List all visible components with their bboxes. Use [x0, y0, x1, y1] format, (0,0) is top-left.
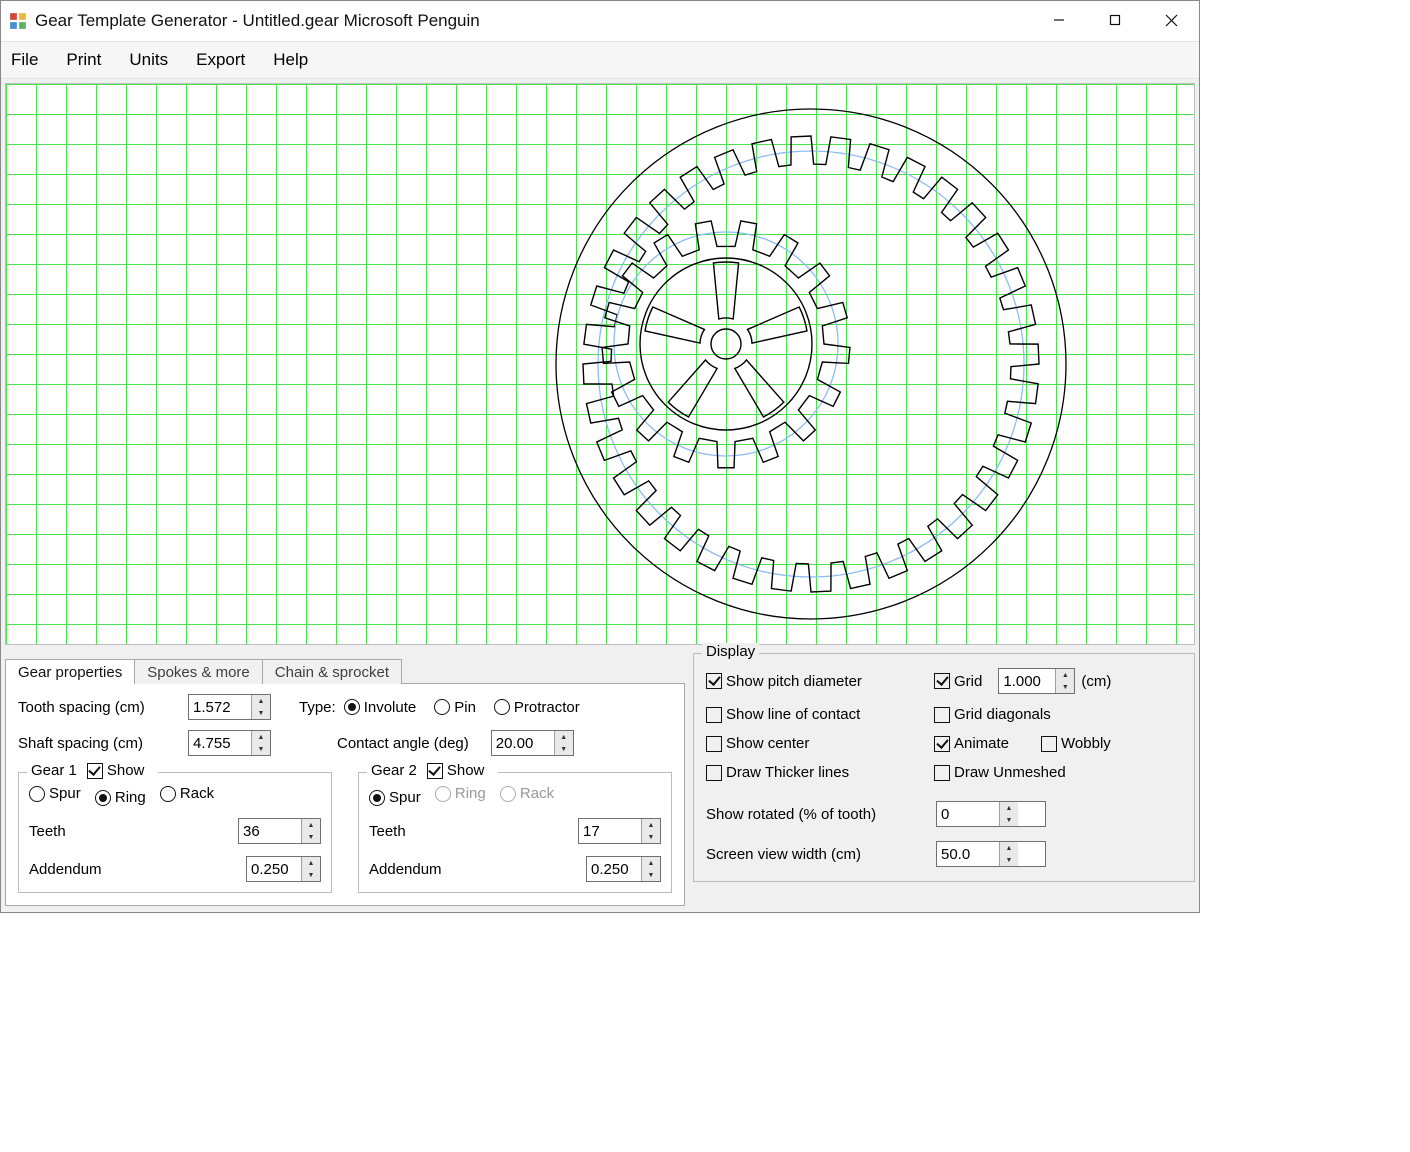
gear2-addendum-label: Addendum	[369, 861, 442, 878]
app-icon	[9, 12, 27, 30]
contact-angle-label: Contact angle (deg)	[337, 735, 469, 752]
menubar: File Print Units Export Help	[1, 41, 1199, 79]
gear1-show[interactable]: Show	[87, 762, 145, 779]
view-width-input[interactable]: ▲▼	[936, 841, 1046, 867]
show-rotated-input[interactable]: ▲▼	[936, 801, 1046, 827]
menu-help[interactable]: Help	[273, 50, 308, 70]
draw-thicker-lines[interactable]: Draw Thicker lines	[706, 764, 849, 781]
show-rotated-label: Show rotated (% of tooth)	[706, 806, 936, 823]
type-label: Type:	[299, 699, 336, 716]
gear1-rack[interactable]: Rack	[160, 785, 214, 802]
app-window: Gear Template Generator - Untitled.gear …	[0, 0, 1200, 913]
show-line-of-contact[interactable]: Show line of contact	[706, 706, 860, 723]
menu-units[interactable]: Units	[129, 50, 168, 70]
gear1-ring[interactable]: Ring	[95, 789, 146, 806]
menu-export[interactable]: Export	[196, 50, 245, 70]
show-pitch-diameter[interactable]: Show pitch diameter	[706, 673, 862, 690]
window-title: Gear Template Generator - Untitled.gear …	[35, 11, 480, 31]
gear1-title: Gear 1	[31, 762, 77, 779]
view-width-label: Screen view width (cm)	[706, 846, 936, 863]
show-grid[interactable]: Grid	[934, 673, 982, 690]
tab-spokes-more[interactable]: Spokes & more	[134, 659, 263, 684]
menu-print[interactable]: Print	[66, 50, 101, 70]
left-panel: Gear properties Spokes & more Chain & sp…	[5, 653, 685, 906]
maximize-button[interactable]	[1087, 1, 1143, 39]
tabs: Gear properties Spokes & more Chain & sp…	[5, 653, 685, 683]
wobbly[interactable]: Wobbly	[1041, 735, 1111, 752]
window-controls	[1031, 1, 1199, 39]
gear1-group: Gear 1 Show Spur Ring Rack Teeth ▲▼	[18, 772, 332, 893]
gear2-show[interactable]: Show	[427, 762, 485, 779]
tab-gear-properties[interactable]: Gear properties	[5, 659, 135, 684]
bottom-panels: Gear properties Spokes & more Chain & sp…	[1, 649, 1199, 912]
gear2-addendum-input[interactable]: ▲▼	[586, 856, 661, 882]
spur-gear-drawing	[596, 214, 856, 474]
grid-unit: (cm)	[1081, 673, 1111, 690]
display-group: Display Show pitch diameter Grid ▲▼ (cm)…	[693, 653, 1195, 882]
tooth-spacing-input[interactable]: ▲▼	[188, 694, 271, 720]
type-pin[interactable]: Pin	[434, 699, 476, 716]
type-protractor[interactable]: Protractor	[494, 699, 580, 716]
draw-unmeshed[interactable]: Draw Unmeshed	[934, 764, 1066, 781]
spin-down-icon: ▼	[252, 707, 270, 719]
gear2-title: Gear 2	[371, 762, 417, 779]
titlebar: Gear Template Generator - Untitled.gear …	[1, 1, 1199, 41]
gear2-spur[interactable]: Spur	[369, 789, 421, 806]
tab-body: Tooth spacing (cm) ▲▼ Type: Involute Pin…	[5, 683, 685, 906]
display-title: Display	[702, 643, 759, 660]
shaft-spacing-label: Shaft spacing (cm)	[18, 735, 180, 752]
gear1-addendum-label: Addendum	[29, 861, 102, 878]
spin-up-icon: ▲	[252, 695, 270, 707]
contact-angle-input[interactable]: ▲▼	[491, 730, 574, 756]
menu-file[interactable]: File	[11, 50, 38, 70]
animate[interactable]: Animate	[934, 735, 1009, 752]
shaft-spacing-input[interactable]: ▲▼	[188, 730, 271, 756]
grid-size-input[interactable]: ▲▼	[998, 668, 1075, 694]
right-panel: Display Show pitch diameter Grid ▲▼ (cm)…	[693, 653, 1195, 906]
gear1-addendum-input[interactable]: ▲▼	[246, 856, 321, 882]
minimize-button[interactable]	[1031, 1, 1087, 39]
gear1-teeth-input[interactable]: ▲▼	[238, 818, 321, 844]
tooth-spacing-label: Tooth spacing (cm)	[18, 699, 180, 716]
gear1-teeth-label: Teeth	[29, 823, 66, 840]
gear2-teeth-label: Teeth	[369, 823, 406, 840]
tab-chain-sprocket[interactable]: Chain & sprocket	[262, 659, 402, 684]
gear2-rack: Rack	[500, 785, 554, 802]
close-button[interactable]	[1143, 1, 1199, 39]
show-center[interactable]: Show center	[706, 735, 809, 752]
drawing-canvas[interactable]	[5, 83, 1195, 645]
gear2-group: Gear 2 Show Spur Ring Rack Teeth ▲▼	[358, 772, 672, 893]
gear1-spur[interactable]: Spur	[29, 785, 81, 802]
gear2-ring: Ring	[435, 785, 486, 802]
gear2-teeth-input[interactable]: ▲▼	[578, 818, 661, 844]
grid-diagonals[interactable]: Grid diagonals	[934, 706, 1051, 723]
type-involute[interactable]: Involute	[344, 699, 417, 716]
